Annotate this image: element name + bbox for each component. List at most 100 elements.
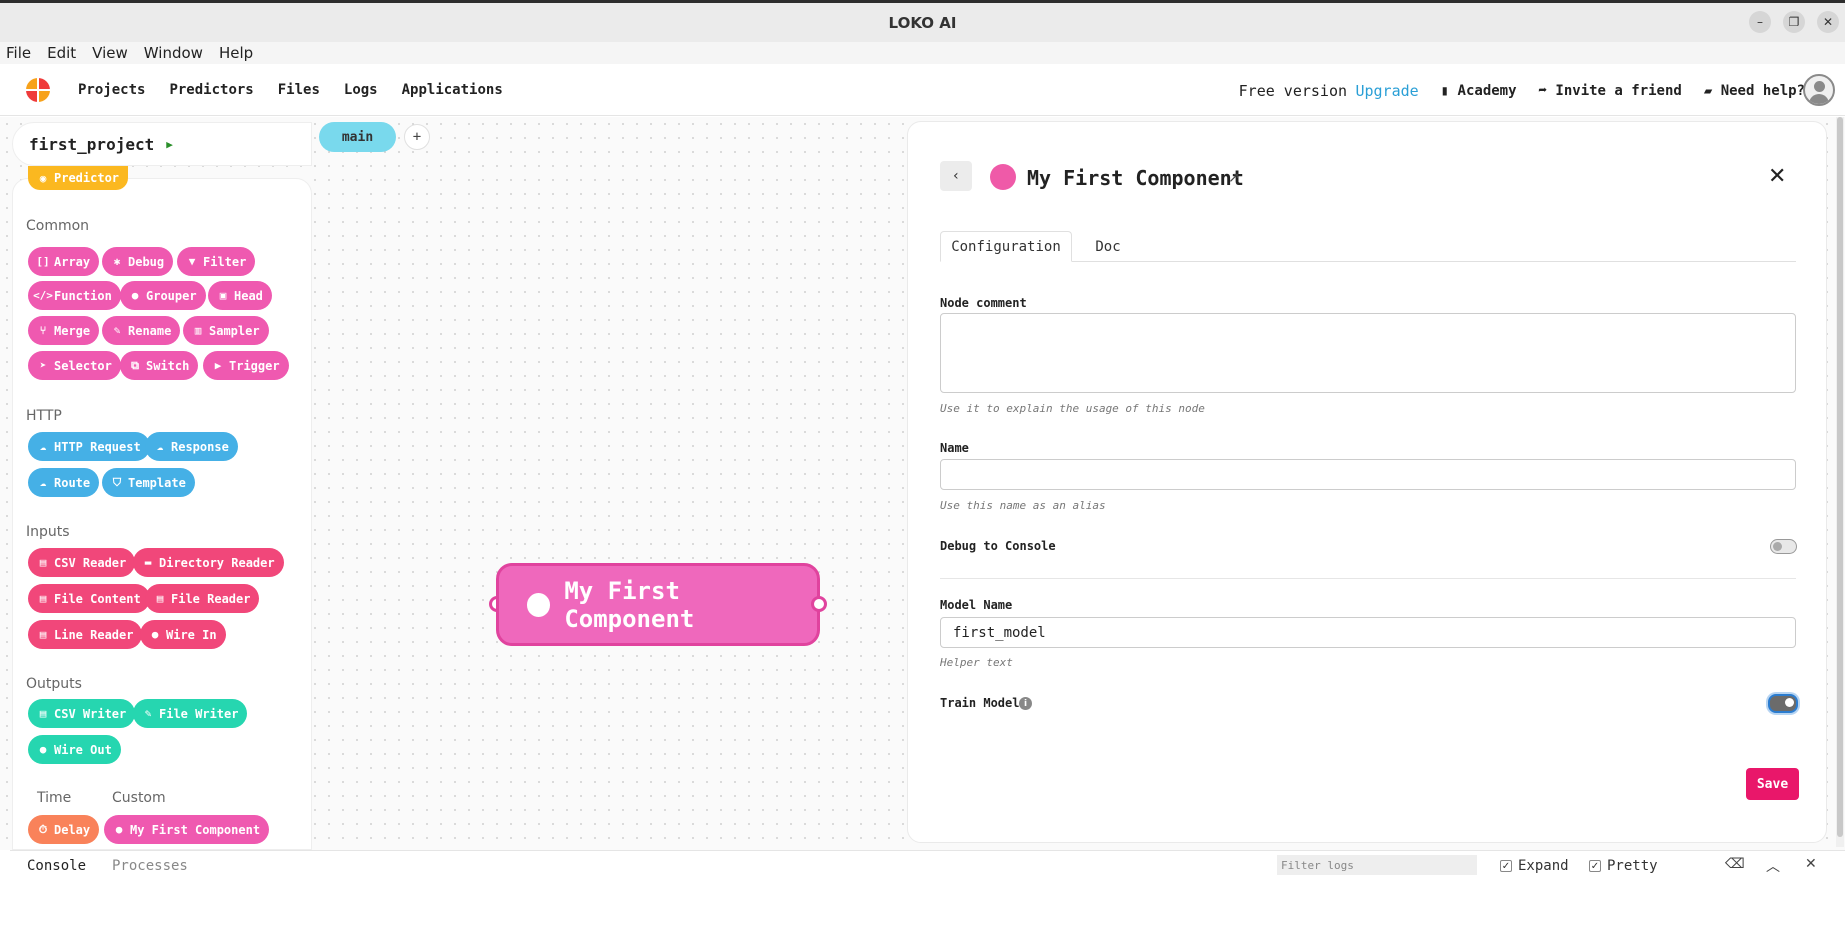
chip-file-reader[interactable]: ▤ File Reader [145, 584, 260, 613]
invite-link[interactable]: ➦ Invite a friend [1539, 83, 1682, 99]
chip-grouper[interactable]: ● Grouper [120, 281, 206, 310]
chip-trigger[interactable]: ▶ Trigger [203, 351, 289, 380]
chip-wire-in[interactable]: ● Wire In [140, 620, 226, 649]
clear-logs-icon[interactable]: ⌫ [1725, 856, 1745, 872]
tab-configuration[interactable]: Configuration [940, 231, 1072, 262]
avatar[interactable] [1803, 74, 1835, 106]
chip-delay[interactable]: ⏱ Delay [28, 815, 100, 844]
chat-icon: ▰ [1703, 83, 1721, 99]
chip-predictor[interactable]: ◉ Predictor [28, 166, 129, 190]
chip-file-writer[interactable]: ✎ File Writer [133, 699, 248, 728]
model-name-input[interactable]: first_model [940, 617, 1796, 648]
predictor-icon: ◉ [39, 171, 47, 185]
name-input[interactable] [940, 459, 1796, 490]
chip-filter[interactable]: ▼ Filter [177, 247, 256, 276]
chevron-up-icon[interactable]: ︿ [1766, 856, 1780, 876]
canvas-node[interactable]: My First Component [496, 563, 820, 646]
debug-console-toggle[interactable] [1770, 539, 1797, 554]
chip-merge[interactable]: ⑂ Merge [28, 316, 100, 345]
chip-selector[interactable]: ➤ Selector [28, 351, 121, 380]
brackets-icon: [] [36, 255, 50, 268]
merge-icon: ⑂ [39, 324, 47, 337]
tab-doc[interactable]: Doc [1088, 231, 1128, 262]
nav-projects[interactable]: Projects [78, 82, 145, 98]
nav-logs[interactable]: Logs [344, 82, 378, 98]
chip-debug[interactable]: ✱ Debug [102, 247, 174, 276]
train-model-toggle[interactable] [1768, 694, 1798, 713]
chip-csv-reader[interactable]: ▤ CSV Reader [28, 548, 136, 577]
chip-template[interactable]: ⛉ Template [102, 468, 195, 497]
panel-title: My First Component [1027, 166, 1244, 190]
close-panel-icon[interactable]: ✕ [1768, 164, 1786, 189]
chip-sampler[interactable]: ▥ Sampler [183, 316, 269, 345]
project-header: first_project ▶ [12, 122, 312, 166]
nav-files[interactable]: Files [278, 82, 320, 98]
node-circle-icon [527, 592, 551, 617]
chip-csv-writer[interactable]: ▤ CSV Writer [28, 699, 136, 728]
stopwatch-icon: ⏱ [38, 822, 48, 836]
chip-head[interactable]: ▣ Head [208, 281, 272, 310]
chip-route[interactable]: ☁ Route [28, 468, 100, 497]
menu-window[interactable]: Window [144, 44, 203, 62]
play-icon: ▶ [214, 359, 222, 372]
project-name: first_project [29, 134, 155, 154]
upgrade-link[interactable]: Upgrade [1355, 82, 1418, 100]
expand-checkbox[interactable]: ✓ Expand [1500, 858, 1569, 874]
chip-my-first-component[interactable]: ● My First Component [104, 815, 270, 844]
academy-link[interactable]: ▮ Academy [1441, 83, 1517, 99]
node-output-port[interactable] [811, 596, 827, 612]
name-label: Name [940, 441, 969, 455]
file-pen-icon: ✎ [144, 707, 152, 720]
loko-logo-icon[interactable] [26, 78, 50, 102]
minimize-icon[interactable]: – [1749, 11, 1771, 33]
cloud-upload-icon: ☁ [39, 440, 47, 453]
filter-logs-input[interactable]: Filter logs [1277, 855, 1477, 875]
chip-switch[interactable]: ⧉ Switch [120, 351, 199, 380]
add-tab-button[interactable]: + [404, 124, 430, 150]
nav-menu: Projects Predictors Files Logs Applicati… [78, 82, 503, 98]
external-link-icon[interactable]: ↗ [1228, 170, 1240, 186]
panel-tabs: Configuration Doc [940, 231, 1796, 262]
tab-processes[interactable]: Processes [112, 858, 188, 874]
pretty-checkbox[interactable]: ✓ Pretty [1589, 858, 1658, 874]
save-button[interactable]: Save [1746, 768, 1799, 800]
chip-response[interactable]: ☁ Response [145, 432, 238, 461]
info-icon[interactable]: i [1019, 697, 1032, 710]
chip-line-reader[interactable]: ▤ Line Reader [28, 620, 143, 649]
menu-view[interactable]: View [92, 44, 128, 62]
chip-array[interactable]: [] Array [28, 247, 100, 276]
tab-main[interactable]: main [319, 122, 396, 152]
csv-file-icon: ▤ [39, 556, 47, 569]
node-label: My First Component [564, 576, 695, 633]
component-color-dot [990, 164, 1016, 190]
chip-http-request[interactable]: ☁ HTTP Request [28, 432, 150, 461]
chip-function[interactable]: </> Function [28, 281, 121, 310]
page-scrollbar[interactable] [1836, 117, 1844, 847]
close-console-icon[interactable]: ✕ [1805, 856, 1817, 872]
nav-applications[interactable]: Applications [402, 82, 503, 98]
close-window-icon[interactable]: ✕ [1817, 11, 1839, 33]
menu-edit[interactable]: Edit [47, 44, 76, 62]
menu-help[interactable]: Help [219, 44, 253, 62]
help-link[interactable]: ▰ Need help? [1704, 83, 1805, 99]
maximize-icon[interactable]: ❐ [1783, 11, 1805, 33]
menu-file[interactable]: File [6, 44, 31, 62]
file-edit-icon: ▤ [156, 592, 164, 605]
chip-wire-out[interactable]: ● Wire Out [28, 735, 121, 764]
train-model-label: Train Model [940, 696, 1020, 710]
chip-directory-reader[interactable]: ▬ Directory Reader [133, 548, 284, 577]
tab-console[interactable]: Console [27, 858, 86, 874]
chip-file-content[interactable]: ▤ File Content [28, 584, 150, 613]
chip-rename[interactable]: ✎ Rename [102, 316, 181, 345]
filter-icon: ▼ [188, 255, 196, 268]
run-project-icon[interactable]: ▶ [166, 138, 173, 151]
back-button[interactable]: ‹ [940, 161, 972, 191]
html-icon: ⛉ [112, 475, 122, 489]
node-comment-label: Node comment [940, 296, 1027, 310]
nav-predictors[interactable]: Predictors [169, 82, 253, 98]
node-comment-textarea[interactable] [940, 313, 1796, 393]
cursor-icon: ➤ [39, 359, 47, 372]
head-icon: ▣ [219, 289, 227, 302]
console-panel [10, 850, 1845, 949]
book-icon: ▮ [1440, 83, 1458, 99]
